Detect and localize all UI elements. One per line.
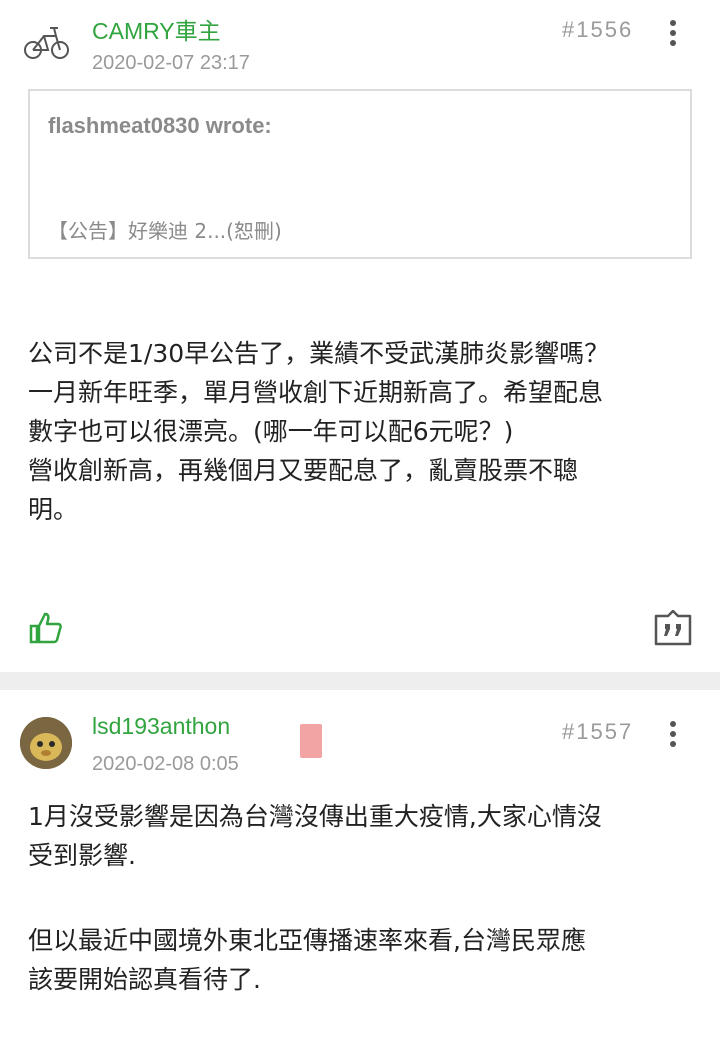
post-time: 2020-02-08 0:05 xyxy=(92,753,239,775)
body-line xyxy=(28,875,602,913)
body-line: 該要開始認真看待了. xyxy=(28,965,261,994)
body-line: 但以最近中國境外東北亞傳播速率來看,台灣民眾應 xyxy=(28,926,586,955)
quote-author: flashmeat0830 wrote: xyxy=(48,113,272,138)
quote-text: 【公告】好樂迪 2...(恕刪) xyxy=(48,219,282,243)
post-1556: CAMRY車主 2020-02-07 23:17 #1556 flashmeat… xyxy=(0,0,720,672)
post-number: #1556 xyxy=(562,17,634,42)
post-body: 1月沒受影響是因為台灣沒傳出重大疫情,大家心情沒 受到影響. 但以最近中國境外東… xyxy=(28,797,602,999)
username[interactable]: lsd193anthon xyxy=(92,713,230,740)
more-options-icon[interactable] xyxy=(668,20,678,52)
body-line: 一月新年旺季，單月營收創下近期新高了。希望配息 xyxy=(28,378,604,407)
post-number: #1557 xyxy=(562,719,634,744)
flag-badge xyxy=(300,724,322,758)
body-line: 營收創新高，再幾個月又要配息了，亂賣股票不聰 xyxy=(28,456,579,485)
post-divider xyxy=(0,672,720,690)
like-icon[interactable] xyxy=(28,610,64,646)
body-line: 1月沒受影響是因為台灣沒傳出重大疫情,大家心情沒 xyxy=(28,802,602,831)
quote-block: flashmeat0830 wrote: 【公告】好樂迪 2...(恕刪) xyxy=(28,89,692,259)
body-line: 數字也可以很漂亮。(哪一年可以配6元呢？) xyxy=(28,417,514,446)
post-time: 2020-02-07 23:17 xyxy=(92,52,250,74)
body-line: 受到影響. xyxy=(28,841,136,870)
body-line: 公司不是1/30早公告了，業績不受武漢肺炎影響嗎？ xyxy=(28,339,610,368)
quote-reply-icon[interactable] xyxy=(654,609,692,646)
bicycle-icon[interactable] xyxy=(20,16,72,68)
user-photo-icon[interactable] xyxy=(20,717,72,769)
more-options-icon[interactable] xyxy=(668,721,678,753)
username[interactable]: CAMRY車主 xyxy=(92,12,221,46)
post-body: 公司不是1/30早公告了，業績不受武漢肺炎影響嗎？ 一月新年旺季，單月營收創下近… xyxy=(28,334,609,529)
body-line: 明。 xyxy=(28,495,79,524)
